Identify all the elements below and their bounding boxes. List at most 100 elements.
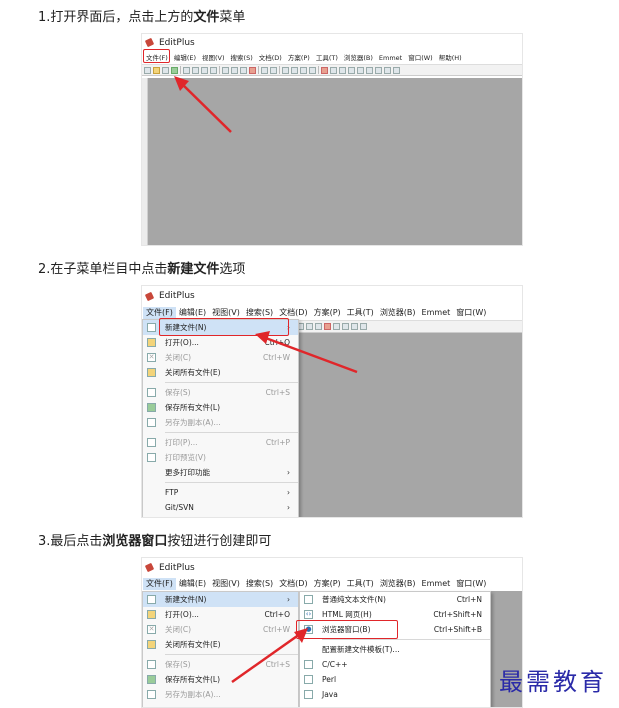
file-menu-dropdown: 新建文件(N) › 打开(O)... Ctrl+O ✕ 关闭(C) Ctrl+W… <box>142 591 299 707</box>
submenu-item-cpp[interactable]: C/C++ <box>300 657 490 672</box>
menu-item-open[interactable]: 打开(O)... Ctrl+O <box>143 335 298 350</box>
step-3-instruction: 3.最后点击浏览器窗口按钮进行创建即可 <box>38 534 272 549</box>
menu-item-save-copy[interactable]: 另存为副本(A)... <box>143 687 298 702</box>
menu-search[interactable]: 搜索(S) <box>243 578 276 590</box>
menu-window[interactable]: 窗口(W) <box>453 307 489 319</box>
preview-icon[interactable] <box>192 66 199 74</box>
save-icon[interactable] <box>162 66 169 74</box>
menu-item-save[interactable]: 保存(S) Ctrl+S <box>143 385 298 400</box>
submenu-item-configure-templates[interactable]: 配置新建文件模板(T)... <box>300 642 490 657</box>
print-icon[interactable] <box>183 66 190 74</box>
menu-item-git-svn[interactable]: Git/SVN › <box>143 500 298 515</box>
delete-icon[interactable] <box>249 66 256 74</box>
screenshot-1: EditPlus 文件(F) 编辑(E) 视图(V) 搜索(S) 文档(D) 方… <box>141 33 523 246</box>
highlight-box-new-file <box>159 318 289 336</box>
menu-document[interactable]: 文档(D) <box>276 578 310 590</box>
fullscreen-icon[interactable] <box>393 66 400 74</box>
menu-separator <box>165 654 298 655</box>
output-icon[interactable] <box>384 66 391 74</box>
ruler-icon[interactable] <box>342 323 349 330</box>
menu-project[interactable]: 方案(P) <box>285 52 313 64</box>
settings-icon[interactable] <box>360 323 367 330</box>
menu-separator <box>322 639 490 640</box>
submenu-arrow-icon: › <box>287 595 290 604</box>
toolbar-separator <box>180 66 181 74</box>
save-all-icon[interactable] <box>171 66 178 74</box>
menu-edit[interactable]: 编辑(E) <box>171 52 199 64</box>
cliptext-icon[interactable] <box>366 66 373 74</box>
menu-item-more-print[interactable]: 更多打印功能 › <box>143 465 298 480</box>
menu-project[interactable]: 方案(P) <box>311 578 344 590</box>
undo-icon[interactable] <box>261 66 268 74</box>
menu-file[interactable]: 文件(F) <box>143 578 176 590</box>
menu-document[interactable]: 文档(D) <box>256 52 285 64</box>
menu-tools[interactable]: 工具(T) <box>313 52 341 64</box>
menu-item-print[interactable]: 打印(P)... Ctrl+P <box>143 435 298 450</box>
step-2-instruction: 2.在子菜单栏目中点击新建文件选项 <box>38 262 246 277</box>
menu-item-save-all[interactable]: 保存所有文件(L) <box>143 672 298 687</box>
settings-icon[interactable] <box>357 66 364 74</box>
submenu-item-perl[interactable]: Perl <box>300 672 490 687</box>
menu-item-close[interactable]: ✕ 关闭(C) Ctrl+W <box>143 350 298 365</box>
menu-emmet[interactable]: Emmet <box>419 578 454 590</box>
menu-emmet[interactable]: Emmet <box>419 307 454 319</box>
open-folder-icon[interactable] <box>153 66 160 74</box>
menu-item-save[interactable]: 保存(S) Ctrl+S <box>143 657 298 672</box>
menu-item-save-all[interactable]: 保存所有文件(L) <box>143 400 298 415</box>
font-icon[interactable] <box>324 323 331 330</box>
menu-item-close-all[interactable]: 关闭所有文件(E) <box>143 365 298 380</box>
menu-browser[interactable]: 浏览器(B) <box>377 307 419 319</box>
submenu-arrow-icon: › <box>287 488 290 497</box>
save-copy-icon <box>147 690 156 699</box>
ruler-icon[interactable] <box>339 66 346 74</box>
submenu-item-plain-text[interactable]: 普通纯文本文件(N) Ctrl+N <box>300 592 490 607</box>
save-icon <box>147 660 156 669</box>
wrap-icon[interactable] <box>333 323 340 330</box>
column-icon[interactable] <box>309 66 316 74</box>
find-icon[interactable] <box>282 66 289 74</box>
save-all-icon <box>147 403 156 412</box>
redo-icon[interactable] <box>270 66 277 74</box>
font-icon[interactable] <box>321 66 328 74</box>
menu-browser[interactable]: 浏览器(B) <box>377 578 419 590</box>
menu-project[interactable]: 方案(P) <box>311 307 344 319</box>
menu-item-new-file[interactable]: 新建文件(N) › <box>143 592 298 607</box>
menu-emmet[interactable]: Emmet <box>376 52 405 64</box>
close-all-icon <box>147 640 156 649</box>
menu-help[interactable]: 帮助(H) <box>436 52 465 64</box>
new-file-icon[interactable] <box>144 66 151 74</box>
menu-edit[interactable]: 编辑(E) <box>176 578 209 590</box>
menu-window[interactable]: 窗口(W) <box>405 52 436 64</box>
menu-view[interactable]: 视图(V) <box>199 52 228 64</box>
menu-tools[interactable]: 工具(T) <box>344 578 377 590</box>
menu-browser[interactable]: 浏览器(B) <box>341 52 376 64</box>
directory-icon[interactable] <box>375 66 382 74</box>
editor-workarea <box>148 78 522 245</box>
paste-icon[interactable] <box>240 66 247 74</box>
goto-icon[interactable] <box>300 66 307 74</box>
menu-window[interactable]: 窗口(W) <box>453 578 489 590</box>
line-number-icon[interactable] <box>348 66 355 74</box>
menu-item-save-copy[interactable]: 另存为副本(A)... <box>143 415 298 430</box>
spellcheck-icon[interactable] <box>201 66 208 74</box>
copy-icon[interactable] <box>231 66 238 74</box>
menu-search[interactable]: 搜索(S) <box>228 52 256 64</box>
submenu-item-java[interactable]: Java <box>300 687 490 702</box>
goto-icon[interactable] <box>306 323 313 330</box>
menu-separator <box>165 382 298 383</box>
column-icon[interactable] <box>315 323 322 330</box>
print-preview-icon <box>147 453 156 462</box>
new-file-icon <box>147 595 156 604</box>
browser-icon[interactable] <box>210 66 217 74</box>
wrap-icon[interactable] <box>330 66 337 74</box>
menu-item-close-all[interactable]: 关闭所有文件(E) <box>143 637 298 652</box>
menu-item-close[interactable]: ✕ 关闭(C) Ctrl+W <box>143 622 298 637</box>
replace-icon[interactable] <box>291 66 298 74</box>
menu-view[interactable]: 视图(V) <box>209 578 243 590</box>
line-number-icon[interactable] <box>351 323 358 330</box>
menu-item-open[interactable]: 打开(O)... Ctrl+O <box>143 607 298 622</box>
menu-tools[interactable]: 工具(T) <box>344 307 377 319</box>
cut-icon[interactable] <box>222 66 229 74</box>
menu-item-ftp[interactable]: FTP › <box>143 485 298 500</box>
menu-item-print-preview[interactable]: 打印预览(V) <box>143 450 298 465</box>
